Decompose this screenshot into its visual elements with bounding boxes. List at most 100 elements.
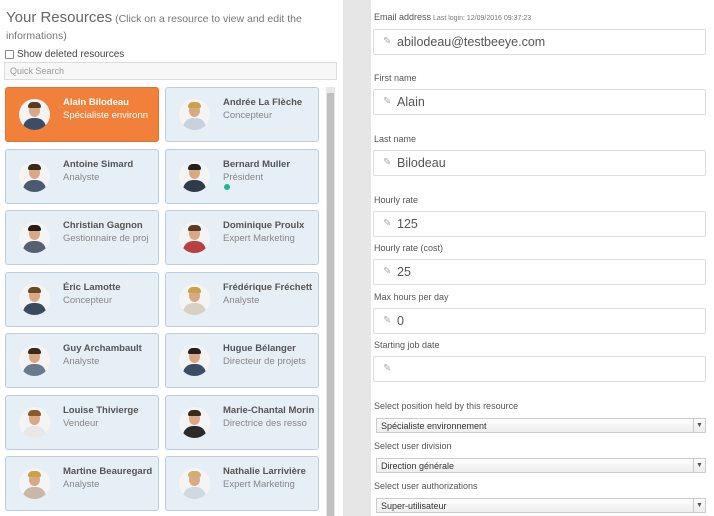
chevron-down-icon: ▼ [693,419,705,432]
resources-panel: Your Resources (Click on a resource to v… [0,0,343,516]
resource-role: Concepteur [223,110,273,121]
resource-role: Analyste [223,294,260,306]
avatar [179,345,210,376]
resource-role: Spécialiste environn [63,110,149,121]
avatar [19,283,50,315]
avatar [19,468,50,499]
first-name-value: Alain [397,95,425,109]
division-label: Select user division [374,441,452,451]
position-value: Spécialiste environnement [381,421,487,431]
resource-name: Éric Lamotte [63,281,121,293]
authorizations-label: Select user authorizations [374,481,478,491]
pencil-icon: ✎ [383,315,392,326]
resource-name: Martine Beauregard [63,466,153,477]
avatar [19,222,50,253]
resource-card[interactable]: Hugue Bélanger Directeur de projets [165,333,319,388]
resource-name: Marie-Chantal Morin [223,404,315,416]
resource-role: Directrice des resso [223,417,307,429]
show-deleted-label: Show deleted resources [17,49,125,60]
hourly-cost-field[interactable]: ✎ 25 [373,259,706,285]
resource-card[interactable]: Martine Beauregard Analyste [5,456,159,511]
resource-card[interactable]: Alain Bilodeau Spécialiste environn [5,87,159,142]
email-value: abilodeau@testbeeye.com [397,35,546,49]
show-deleted-toggle[interactable]: Show deleted resources [5,49,124,60]
panel-divider [343,0,371,516]
resource-card[interactable]: Andrée La Flèche Concepteur [165,87,319,142]
hourly-rate-label: Hourly rate [374,195,419,205]
quick-search-input[interactable]: Quick Search [4,62,337,80]
avatar [19,406,50,438]
resource-card[interactable]: Antoine Simard Analyste [5,148,159,204]
avatar [179,99,210,130]
pencil-icon: ✎ [383,157,392,168]
resource-role: Directeur de projets [223,356,306,367]
avatar [179,160,210,192]
pencil-icon: ✎ [383,96,392,107]
online-status-dot [224,183,230,190]
resource-card[interactable]: Frédérique Fréchett Analyste [165,271,319,327]
resource-card[interactable]: Marie-Chantal Morin Directrice des resso [165,394,319,450]
max-hours-value: 0 [397,314,404,328]
last-name-field[interactable]: ✎ Bilodeau [373,150,706,176]
avatar [19,345,50,376]
resource-role: Concepteur [63,294,113,306]
pencil-icon: ✎ [383,363,392,374]
hourly-rate-value: 125 [397,217,418,231]
resource-role: Gestionnaire de proj [63,233,149,244]
authorizations-select[interactable]: Super-utilisateur ▼ [376,498,706,513]
start-date-label: Starting job date [374,340,440,350]
resource-card[interactable]: Louise Thivierge Vendeur [5,394,159,450]
resource-role: Expert Marketing [223,479,295,490]
avatar [179,406,210,438]
resource-card[interactable]: Éric Lamotte Concepteur [5,271,159,327]
hourly-cost-label: Hourly rate (cost) [374,243,444,253]
resources-title: Your Resources [6,9,113,26]
hourly-cost-value: 25 [397,265,411,279]
authorizations-value: Super-utilisateur [381,501,447,511]
last-name-value: Bilodeau [397,156,446,170]
avatar [179,468,210,499]
position-select[interactable]: Spécialiste environnement ▼ [376,418,706,433]
division-select[interactable]: Direction générale ▼ [376,458,706,473]
email-label-text: Email address [374,12,432,22]
show-deleted-checkbox[interactable] [5,50,14,59]
resource-name: Guy Archambault [63,343,142,354]
max-hours-label: Max hours per day [374,292,449,302]
start-date-field[interactable]: ✎ [373,356,706,382]
avatar [19,160,50,192]
pencil-icon: ✎ [383,218,392,229]
resource-role: Expert Marketing [223,233,295,244]
resource-name: Bernard Muller [223,158,291,170]
resource-name: Louise Thivierge [63,404,139,416]
email-field[interactable]: ✎ abilodeau@testbeeye.com [373,29,706,55]
resource-card[interactable]: Guy Archambault Analyste [5,333,159,388]
first-name-label: First name [374,73,417,83]
avatar [19,99,50,130]
last-login: Last login: 12/09/2016 09:37:23 [433,15,532,22]
email-label: Email address Last login: 12/09/2016 09:3… [374,12,531,22]
pencil-icon: ✎ [383,266,392,277]
resource-detail-form: Email address Last login: 12/09/2016 09:3… [371,0,714,516]
resource-role: Analyste [63,171,100,183]
avatar [179,222,210,253]
resource-name: Alain Bilodeau [63,97,129,108]
chevron-down-icon: ▼ [693,459,705,472]
resource-card[interactable]: Dominique Proulx Expert Marketing [165,210,319,265]
resource-role: Analyste [63,479,100,490]
resource-card[interactable]: Nathalie Larrivière Expert Marketing [165,456,319,511]
resources-header: Your Resources (Click on a resource to v… [6,9,336,45]
first-name-field[interactable]: ✎ Alain [373,89,706,115]
division-value: Direction générale [381,461,455,471]
resource-name: Andrée La Flèche [223,97,303,108]
resource-card[interactable]: Bernard Muller Président [165,148,319,204]
resource-name: Frédérique Fréchett [223,281,313,293]
max-hours-field[interactable]: ✎ 0 [373,308,706,334]
resource-card[interactable]: Christian Gagnon Gestionnaire de proj [5,210,159,265]
hourly-rate-field[interactable]: ✎ 125 [373,211,706,237]
position-label: Select position held by this resource [374,401,519,411]
resource-scrollbar-thumb[interactable] [327,93,334,516]
resource-role: Président [223,171,264,183]
pencil-icon: ✎ [383,36,392,47]
resource-name: Christian Gagnon [63,220,143,231]
resource-name: Hugue Bélanger [223,343,296,354]
